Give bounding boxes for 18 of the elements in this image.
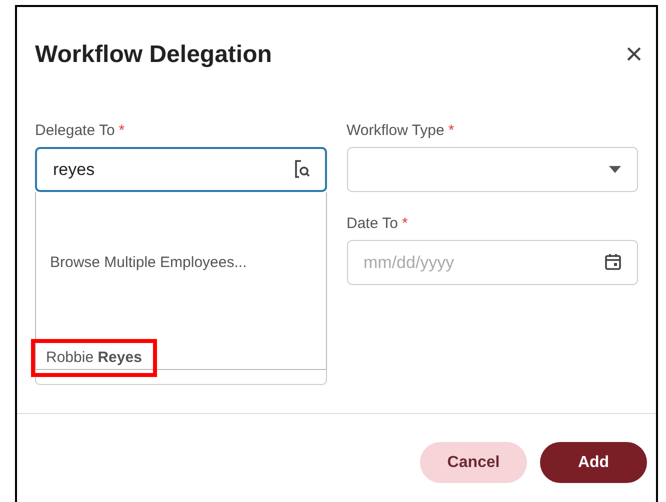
- calendar-icon: [604, 253, 622, 271]
- field-label: Date To: [346, 214, 398, 234]
- add-button[interactable]: Add: [540, 442, 647, 483]
- field-label: Workflow Type: [346, 120, 444, 141]
- dialog-title: Workflow Delegation: [35, 40, 272, 70]
- close-button[interactable]: ×: [622, 40, 646, 70]
- required-mark: *: [118, 120, 125, 141]
- cancel-button[interactable]: Cancel: [420, 442, 527, 483]
- required-mark: *: [402, 214, 408, 234]
- search-field[interactable]: reyes: [35, 147, 326, 192]
- required-mark: *: [448, 120, 454, 141]
- search-icon: [292, 159, 310, 179]
- dropdown-option[interactable]: Browse Multiple Employees...: [35, 244, 262, 282]
- select-field[interactable]: [346, 147, 638, 192]
- field-label: Delegate To: [35, 120, 115, 141]
- dropdown-caret-icon: [609, 166, 621, 173]
- dropdown-option[interactable]: Robbie Reyes: [31, 338, 157, 377]
- date-field[interactable]: mm/dd/yyyy: [346, 240, 638, 285]
